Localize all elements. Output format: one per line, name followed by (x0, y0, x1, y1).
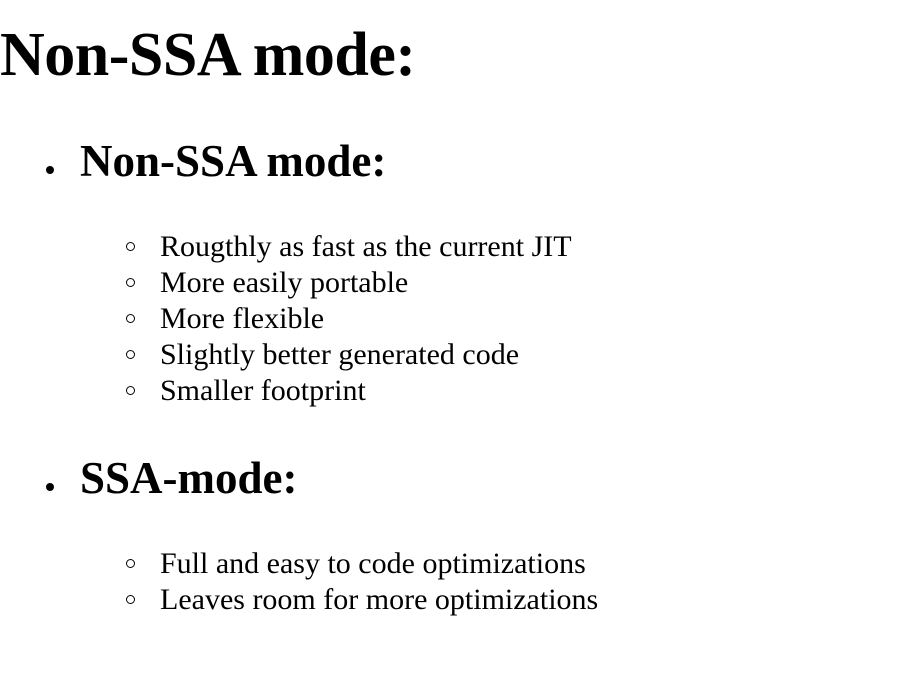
disc-bullet (46, 483, 54, 491)
list-item: Smaller footprint (0, 374, 800, 410)
list-item-text: Smaller footprint (160, 374, 366, 407)
circle-bullet (126, 350, 135, 359)
circle-bullet (126, 242, 135, 251)
circle-bullet (126, 595, 135, 604)
list-item: Rougthly as fast as the current JIT (0, 230, 800, 266)
circle-bullet (126, 314, 135, 323)
list-item: Slightly better generated code (0, 338, 800, 374)
sub-list: Full and easy to code optimizations Leav… (0, 547, 800, 619)
section-heading: SSA-mode: (80, 453, 298, 503)
list-item-text: Full and easy to code optimizations (160, 547, 586, 580)
list-item-text: More flexible (160, 302, 325, 335)
list-item-text: Slightly better generated code (160, 338, 520, 371)
list-item: Full and easy to code optimizations (0, 547, 800, 583)
list-item: More flexible (0, 302, 800, 338)
circle-bullet (126, 386, 135, 395)
list-item-text: More easily portable (160, 266, 409, 299)
sub-list: Rougthly as fast as the current JIT More… (0, 230, 800, 410)
disc-bullet (46, 166, 54, 174)
list-item: Leaves room for more optimizations (0, 583, 800, 619)
circle-bullet (126, 278, 135, 287)
circle-bullet (126, 559, 135, 568)
section-heading: Non-SSA mode: (80, 136, 387, 186)
page-title: Non-SSA mode: (0, 21, 416, 89)
list-item: More easily portable (0, 266, 800, 302)
list-item-text: Rougthly as fast as the current JIT (160, 230, 572, 263)
list-item-text: Leaves room for more optimizations (160, 583, 599, 616)
